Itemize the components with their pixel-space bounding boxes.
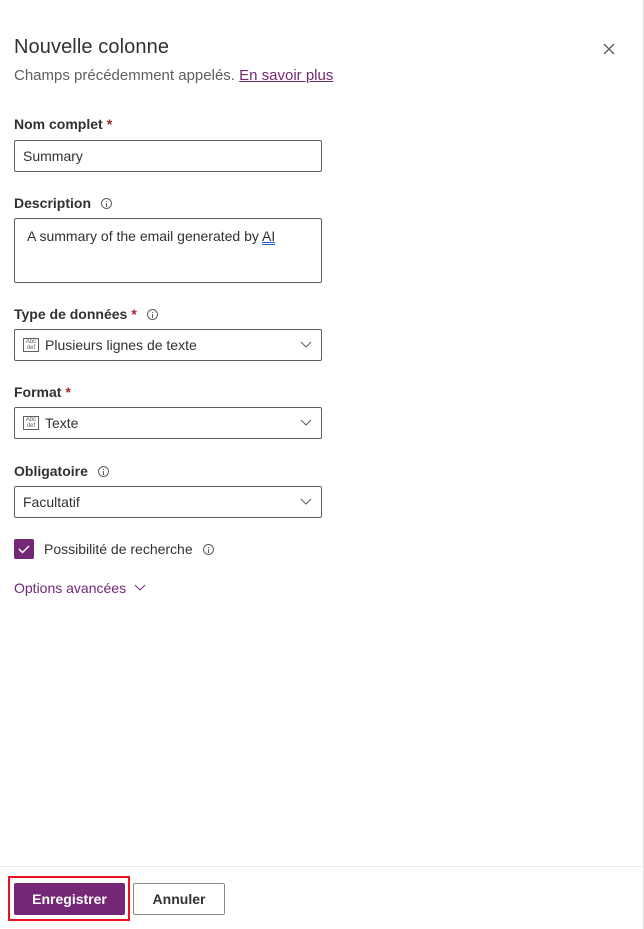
info-icon[interactable]: [146, 308, 158, 320]
panel-subtitle: Champs précédemment appelés. En savoir p…: [14, 67, 333, 84]
description-label: Description: [14, 195, 113, 211]
learn-more-link[interactable]: En savoir plus: [239, 67, 333, 84]
format-label: Format *: [14, 384, 71, 400]
data-type-dropdown[interactable]: Abc def Plusieurs lignes de texte: [14, 329, 322, 361]
format-value: Texte: [45, 415, 79, 431]
required-marker: *: [65, 384, 71, 400]
searchable-label-text: Possibilité de recherche: [44, 541, 193, 557]
icon-text-bottom: def: [26, 345, 36, 351]
chevron-down-icon: [300, 498, 312, 505]
description-value: A summary of the email generated by: [27, 228, 263, 244]
chevron-down-icon: [300, 341, 312, 348]
data-type-label: Type de données *: [14, 306, 158, 322]
info-icon[interactable]: [101, 197, 113, 209]
data-type-value: Plusieurs lignes de texte: [45, 337, 197, 353]
text-type-icon: Abc def: [23, 416, 39, 430]
advanced-options-label: Options avancées: [14, 580, 127, 596]
subtitle-text: Champs précédemment appelés.: [14, 67, 235, 84]
display-name-value: Summary: [23, 148, 83, 164]
new-column-panel: Nouvelle colonne Champs précédemment app…: [0, 0, 644, 929]
chevron-down-icon: [134, 584, 146, 591]
description-textarea[interactable]: A summary of the email generated by AI: [14, 218, 322, 283]
required-label-text: Obligatoire: [14, 463, 88, 479]
required-label: Obligatoire: [14, 463, 109, 479]
description-label-text: Description: [14, 195, 92, 211]
cancel-button[interactable]: Annuler: [133, 883, 225, 915]
footer-divider: [0, 866, 643, 867]
text-type-icon: Abc def: [23, 338, 39, 352]
required-value: Facultatif: [23, 494, 80, 510]
data-type-label-text: Type de données: [14, 306, 128, 322]
checkmark-icon: [18, 545, 30, 554]
icon-text-bottom: def: [26, 423, 36, 429]
info-icon[interactable]: [202, 543, 214, 555]
searchable-checkbox[interactable]: [14, 539, 34, 559]
format-dropdown[interactable]: Abc def Texte: [14, 407, 322, 439]
required-marker: *: [106, 116, 113, 132]
description-value-ai: AI: [262, 228, 276, 244]
info-icon[interactable]: [97, 465, 109, 477]
close-icon[interactable]: [600, 40, 618, 58]
save-button[interactable]: Enregistrer: [14, 883, 125, 915]
searchable-label[interactable]: Possibilité de recherche: [44, 541, 214, 557]
display-name-label-text: Nom complet: [14, 116, 103, 132]
advanced-options-toggle[interactable]: Options avancées: [14, 580, 146, 596]
display-name-label: Nom complet *: [14, 116, 112, 132]
chevron-down-icon: [300, 419, 312, 426]
panel-title: Nouvelle colonne: [14, 36, 170, 58]
format-label-text: Format: [14, 384, 62, 400]
display-name-input[interactable]: Summary: [14, 140, 322, 172]
required-dropdown[interactable]: Facultatif: [14, 486, 322, 518]
required-marker: *: [131, 306, 137, 322]
